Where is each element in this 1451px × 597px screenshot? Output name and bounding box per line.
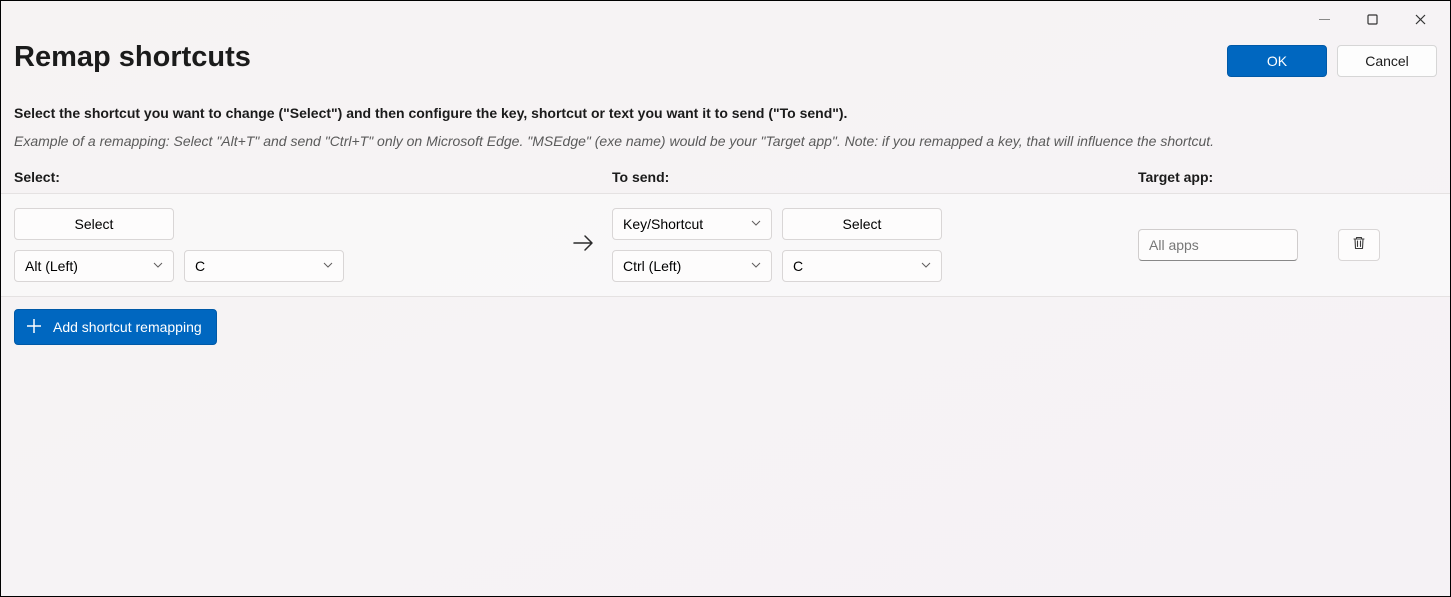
- column-header-target: Target app:: [1138, 169, 1437, 185]
- target-app-input[interactable]: All apps: [1138, 229, 1298, 261]
- chevron-down-icon: [921, 260, 931, 273]
- arrow-right-icon: [571, 231, 595, 260]
- instruction-text: Select the shortcut you want to change (…: [14, 105, 1437, 121]
- chevron-down-icon: [751, 260, 761, 273]
- chevron-down-icon: [153, 260, 163, 273]
- close-button[interactable]: [1400, 9, 1440, 29]
- trash-icon: [1351, 235, 1367, 256]
- cancel-button[interactable]: Cancel: [1337, 45, 1437, 77]
- remap-row: Select Alt (Left) C: [1, 193, 1450, 297]
- chevron-down-icon: [751, 218, 761, 231]
- source-key1-value: Alt (Left): [25, 258, 78, 274]
- page-title: Remap shortcuts: [14, 41, 251, 74]
- plus-icon: [25, 317, 43, 338]
- delete-row-button[interactable]: [1338, 229, 1380, 261]
- send-type-dropdown[interactable]: Key/Shortcut: [612, 208, 772, 240]
- send-type-value: Key/Shortcut: [623, 216, 703, 232]
- dest-key1-value: Ctrl (Left): [623, 258, 681, 274]
- dest-key1-dropdown[interactable]: Ctrl (Left): [612, 250, 772, 282]
- source-key1-dropdown[interactable]: Alt (Left): [14, 250, 174, 282]
- source-key2-value: C: [195, 258, 205, 274]
- dest-key2-dropdown[interactable]: C: [782, 250, 942, 282]
- dest-key2-value: C: [793, 258, 803, 274]
- minimize-button[interactable]: [1304, 9, 1344, 29]
- ok-button[interactable]: OK: [1227, 45, 1327, 77]
- add-shortcut-label: Add shortcut remapping: [53, 319, 202, 335]
- maximize-button[interactable]: [1352, 9, 1392, 29]
- column-header-tosend: To send:: [612, 169, 1138, 185]
- example-text: Example of a remapping: Select "Alt+T" a…: [14, 133, 1437, 149]
- column-header-select: Select:: [14, 169, 612, 185]
- add-shortcut-button[interactable]: Add shortcut remapping: [14, 309, 217, 345]
- dest-select-button[interactable]: Select: [782, 208, 942, 240]
- source-select-button[interactable]: Select: [14, 208, 174, 240]
- chevron-down-icon: [323, 260, 333, 273]
- source-key2-dropdown[interactable]: C: [184, 250, 344, 282]
